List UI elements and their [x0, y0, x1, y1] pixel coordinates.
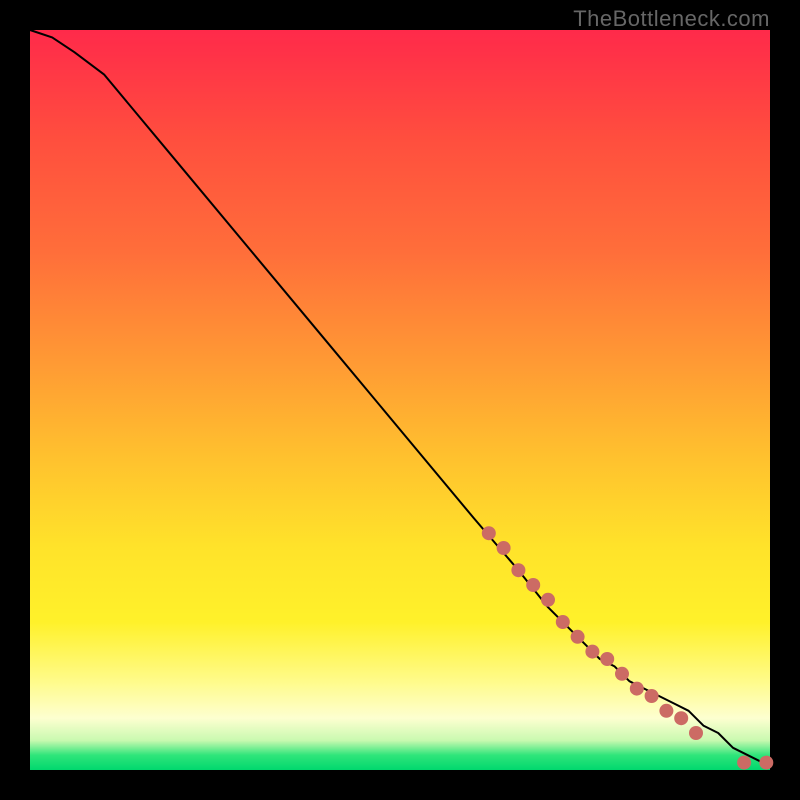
data-point-marker [526, 578, 540, 592]
data-point-marker [497, 541, 511, 555]
data-point-marker [674, 711, 688, 725]
watermark-text: TheBottleneck.com [573, 6, 770, 32]
data-point-marker [630, 682, 644, 696]
data-markers [482, 526, 774, 769]
data-point-marker [615, 667, 629, 681]
data-point-marker [585, 645, 599, 659]
data-point-marker [541, 593, 555, 607]
chart-overlay [30, 30, 770, 770]
chart-frame: TheBottleneck.com [0, 0, 800, 800]
data-point-marker [571, 630, 585, 644]
data-point-marker [556, 615, 570, 629]
data-point-marker [759, 756, 773, 770]
data-point-marker [659, 704, 673, 718]
data-point-marker [600, 652, 614, 666]
data-point-marker [689, 726, 703, 740]
data-point-marker [482, 526, 496, 540]
data-point-marker [645, 689, 659, 703]
data-point-marker [737, 756, 751, 770]
bottleneck-curve [30, 30, 770, 763]
plot-area [30, 30, 770, 770]
data-point-marker [511, 563, 525, 577]
